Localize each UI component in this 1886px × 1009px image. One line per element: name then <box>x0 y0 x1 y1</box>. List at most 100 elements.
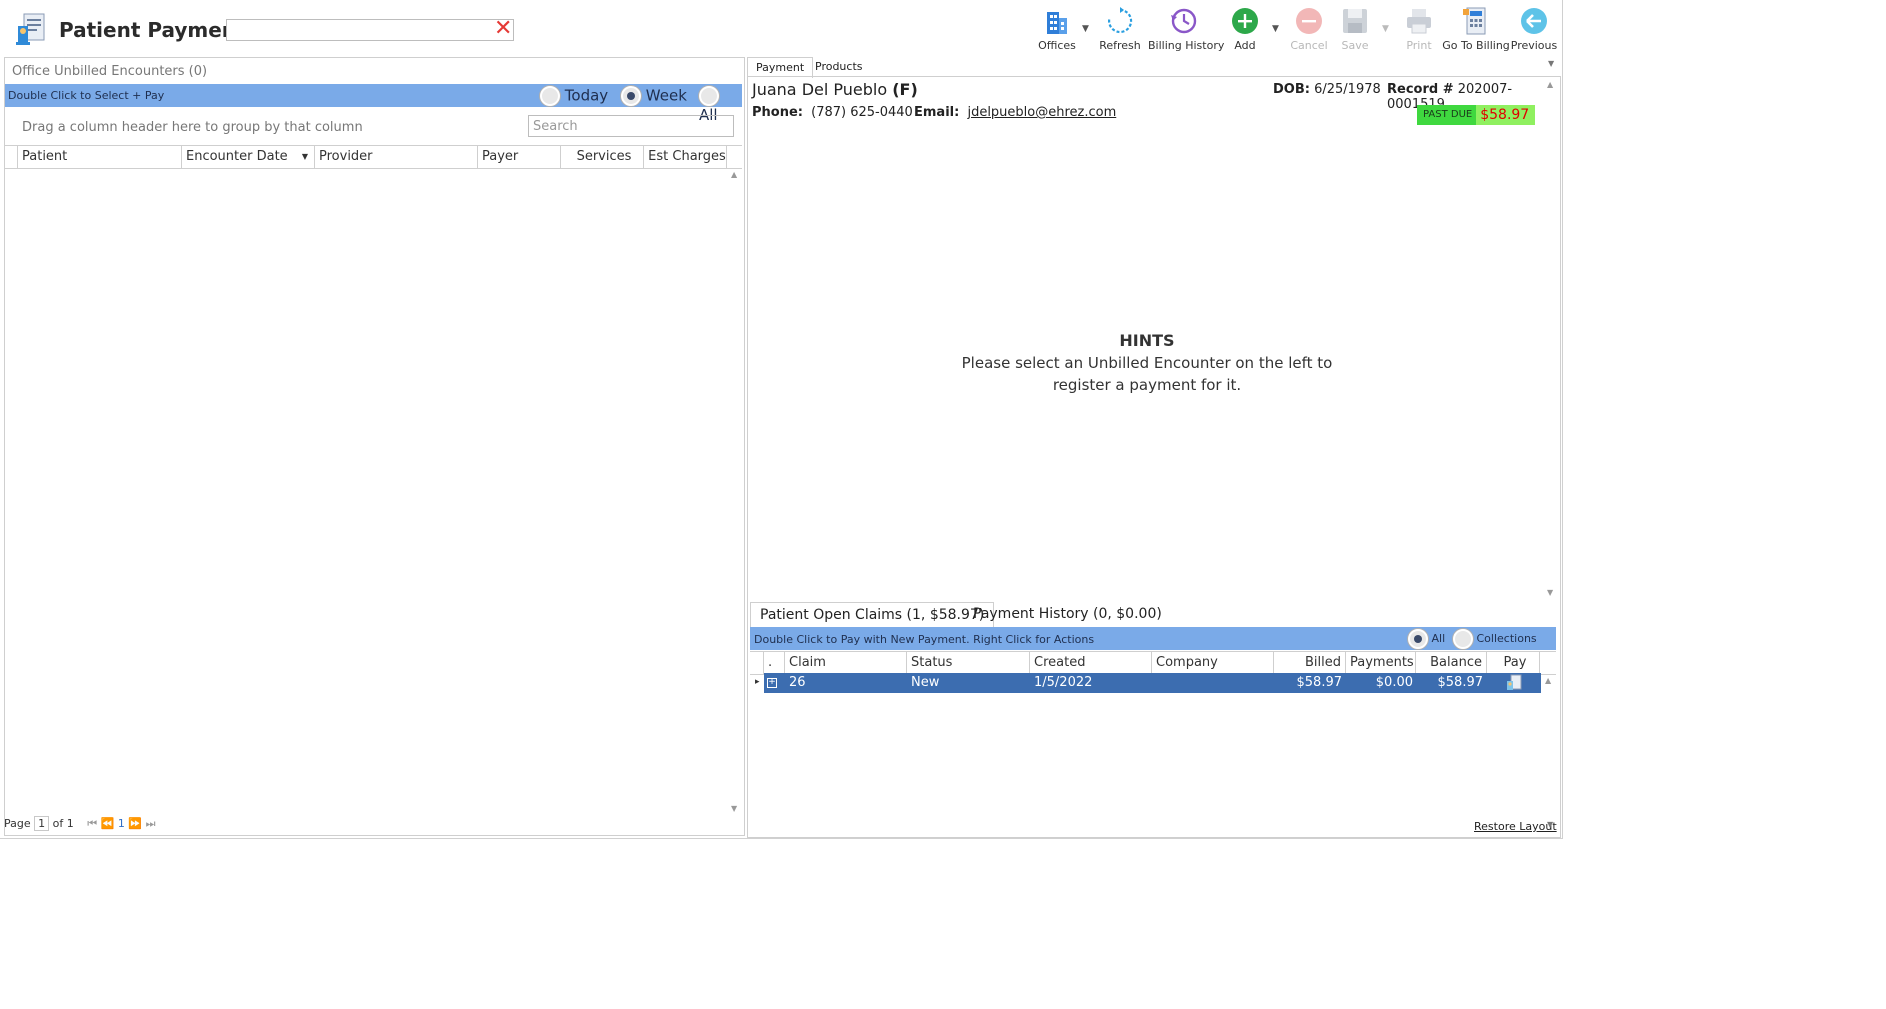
claims-column-company[interactable]: Company <box>1152 652 1274 674</box>
claims-column-created[interactable]: Created <box>1030 652 1152 674</box>
previous-button[interactable]: Previous <box>1499 6 1569 54</box>
claims-indicator-column <box>750 652 764 674</box>
claims-filter-collections-radio[interactable] <box>1453 629 1473 649</box>
expand-row-icon[interactable]: + <box>767 678 777 688</box>
claims-hint-bar: Double Click to Pay with New Payment. Ri… <box>750 627 1556 662</box>
filter-today-radio[interactable] <box>540 86 560 106</box>
past-due-badge: PAST DUE $58.97 <box>1417 105 1535 125</box>
encounters-hint-bar: Double Click to Select + Pay Today Week … <box>5 84 742 124</box>
patient-search-input[interactable] <box>226 19 514 41</box>
pager-next-icon[interactable]: ⏩ <box>128 817 142 830</box>
claims-hint-text: Double Click to Pay with New Payment. Ri… <box>754 633 1095 646</box>
claims-scroll-up-icon[interactable]: ▲ <box>1545 676 1551 685</box>
claims-column-payments[interactable]: Payments <box>1346 652 1416 674</box>
save-button[interactable]: Save <box>1320 6 1390 54</box>
status-cell: New <box>911 675 940 690</box>
refresh-icon <box>1107 7 1133 34</box>
claims-subtabs: Patient Open Claims (1, $58.97) Payment … <box>750 602 1556 627</box>
offices-label: Offices <box>1038 39 1076 52</box>
claims-filter-all-label: All <box>1431 632 1446 645</box>
encounters-pager: Page 1 of 1 ⏮ ⏪ 1 ⏩ ⏭ <box>4 816 155 831</box>
offices-icon <box>1047 12 1067 34</box>
column-services[interactable]: Services <box>561 146 644 168</box>
right-tabs: Payment Products ▼ <box>747 57 1559 78</box>
claims-table-row[interactable]: + 26 New 1/5/2022 $58.97 $0.00 $58.97 <box>764 673 1541 693</box>
encounters-search-input[interactable]: Search <box>528 115 734 137</box>
tab-payment[interactable]: Payment <box>747 57 814 78</box>
filter-today-label: Today <box>564 86 609 105</box>
row-pointer-icon: ▸ <box>755 677 760 687</box>
filter-week-radio[interactable] <box>621 86 641 106</box>
scroll-down-icon[interactable]: ▼ <box>731 804 737 813</box>
past-due-amount: $58.97 <box>1480 107 1530 123</box>
claims-filter-all-radio[interactable] <box>1408 629 1428 649</box>
filter-all-radio[interactable] <box>699 86 719 106</box>
pay-claim-icon[interactable] <box>1506 674 1522 699</box>
filter-today[interactable]: Today <box>540 86 608 106</box>
add-button[interactable]: Add <box>1210 6 1280 54</box>
claims-filter-all[interactable]: All <box>1408 629 1445 649</box>
encounters-hint-text: Double Click to Select + Pay <box>8 89 165 102</box>
payment-panel <box>747 76 1561 838</box>
claims-column-balance[interactable]: Balance <box>1416 652 1487 674</box>
clear-search-icon[interactable]: ✕ <box>494 18 512 40</box>
column-est-charges[interactable]: Est Charges <box>644 146 727 168</box>
row-indicator-column <box>5 146 18 168</box>
add-plus-icon <box>1232 8 1258 34</box>
save-label: Save <box>1341 39 1369 52</box>
filter-week-label: Week <box>645 86 687 105</box>
phone-label: Phone: <box>752 105 803 120</box>
billing-calculator-icon <box>1463 7 1486 35</box>
refresh-label: Refresh <box>1099 39 1141 52</box>
claims-column-dot[interactable]: . <box>764 652 785 674</box>
patient-payments-window: Patient Payments ✕ Offices ▼ Refresh Bil… <box>0 0 1563 839</box>
payment-scroll-up-icon[interactable]: ▲ <box>1547 80 1553 89</box>
email-link[interactable]: jdelpueblo@ehrez.com <box>967 105 1116 120</box>
claims-column-billed[interactable]: Billed <box>1274 652 1346 674</box>
hints-line-1: Please select an Unbilled Encounter on t… <box>961 354 1333 372</box>
pager-first-icon[interactable]: ⏮ <box>87 817 97 830</box>
patient-payments-app-icon <box>16 12 48 50</box>
pager-page-label: Page <box>4 817 31 830</box>
tab-products[interactable]: Products <box>807 57 871 77</box>
column-provider[interactable]: Provider <box>315 146 478 168</box>
email-label: Email: <box>914 105 960 120</box>
claims-grid-header: . Claim Status Created Company Billed Pa… <box>750 651 1556 675</box>
column-payer[interactable]: Payer <box>478 146 561 168</box>
pager-last-icon[interactable]: ⏭ <box>146 817 156 830</box>
pager-of-label: of 1 <box>52 817 74 830</box>
pager-prev-icon[interactable]: ⏪ <box>101 817 115 830</box>
tabs-dropdown-chevron-icon[interactable]: ▼ <box>1548 59 1554 68</box>
restore-layout-link[interactable]: Restore Layout <box>1474 820 1557 833</box>
refresh-button[interactable]: Refresh <box>1085 6 1155 54</box>
billed-cell: $58.97 <box>1296 675 1343 690</box>
column-patient[interactable]: Patient <box>18 146 182 168</box>
tab-payment-history[interactable]: Payment History (0, $0.00) <box>964 602 1171 626</box>
unbilled-encounters-panel <box>4 57 745 836</box>
unbilled-encounters-title: Office Unbilled Encounters (0) <box>12 64 208 79</box>
patient-name: Juana Del Pueblo <box>752 80 888 99</box>
arrow-left-icon <box>1521 8 1547 34</box>
history-clock-icon <box>1171 8 1197 34</box>
payment-scroll-down-icon[interactable]: ▼ <box>1547 588 1553 597</box>
patient-sex: (F) <box>892 80 918 99</box>
hints-box: HINTS Please select an Unbilled Encounte… <box>947 330 1347 396</box>
dob-line: DOB: 6/25/1978 <box>1273 82 1381 97</box>
hints-title: HINTS <box>1119 331 1175 350</box>
past-due-label: PAST DUE <box>1417 105 1477 125</box>
pager-page-input[interactable]: 1 <box>34 816 50 831</box>
tab-open-claims[interactable]: Patient Open Claims (1, $58.97) <box>750 602 995 627</box>
balance-cell: $58.97 <box>1437 675 1484 690</box>
restore-layout-chevron-icon[interactable]: ▼ <box>1547 820 1553 829</box>
claims-column-pay[interactable]: Pay <box>1487 652 1540 674</box>
column-encounter-date[interactable]: Encounter Date ▼ <box>182 146 315 168</box>
scroll-up-icon[interactable]: ▲ <box>731 170 737 179</box>
billing-history-label: Billing History <box>1148 39 1225 52</box>
claims-column-status[interactable]: Status <box>907 652 1030 674</box>
filter-week[interactable]: Week <box>621 86 687 106</box>
claims-column-claim[interactable]: Claim <box>785 652 907 674</box>
pager-current-page[interactable]: 1 <box>118 817 125 830</box>
billing-history-button[interactable]: Billing History <box>1148 6 1225 54</box>
add-label: Add <box>1234 39 1256 52</box>
record-label: Record # <box>1387 82 1454 97</box>
